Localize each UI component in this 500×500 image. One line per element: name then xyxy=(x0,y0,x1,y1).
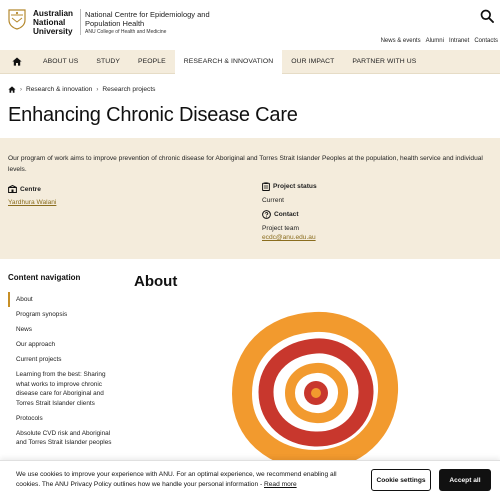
chevron-right-icon: › xyxy=(20,86,22,93)
contact-email-link[interactable]: ecdc@anu.edu.au xyxy=(262,234,316,241)
cookie-read-more-link[interactable]: Read more xyxy=(264,481,297,488)
nav-home-button[interactable] xyxy=(0,50,34,74)
anu-wordmark: Australian National University xyxy=(33,9,74,37)
centre-label: Centre xyxy=(8,185,56,193)
breadcrumb: › Research & innovation › Research proje… xyxy=(8,86,155,93)
content-nav-about[interactable]: About xyxy=(8,292,118,307)
utility-link-alumni[interactable]: Alumni xyxy=(426,38,444,44)
nav-research-innovation[interactable]: RESEARCH & INNOVATION xyxy=(174,49,283,74)
content-nav-current-projects[interactable]: Current projects xyxy=(8,352,118,367)
nav-partner-with-us[interactable]: PARTNER WITH US xyxy=(343,50,425,74)
anu-crest-icon xyxy=(8,9,26,30)
cookie-message: We use cookies to improve your experienc… xyxy=(16,471,337,488)
utility-link-intranet[interactable]: Intranet xyxy=(449,38,469,44)
breadcrumb-research-innovation[interactable]: Research & innovation xyxy=(26,86,92,93)
chevron-right-icon: › xyxy=(96,86,99,93)
content-nav-absolute-cvd-risk[interactable]: Absolute CVD risk and Aboriginal and Tor… xyxy=(8,426,118,451)
main-nav: ABOUT US STUDY PEOPLE RESEARCH & INNOVAT… xyxy=(0,49,500,74)
centre-link[interactable]: Yardhura Walani xyxy=(8,199,56,206)
utility-links: News & events Alumni Intranet Contacts xyxy=(381,38,498,44)
home-icon[interactable] xyxy=(8,86,16,93)
clipboard-icon xyxy=(262,182,270,191)
accept-all-button[interactable]: Accept all xyxy=(439,469,491,491)
college-name: ANU College of Health and Medicine xyxy=(85,29,167,35)
content-nav-title: Content navigation xyxy=(8,273,81,282)
nav-people[interactable]: PEOPLE xyxy=(129,50,175,74)
project-info-panel: Our program of work aims to improve prev… xyxy=(0,138,500,259)
centre-name[interactable]: National Centre for Epidemiology and Pop… xyxy=(85,10,210,36)
search-icon[interactable] xyxy=(480,9,494,23)
content-nav: About Program synopsis News Our approach… xyxy=(8,292,118,450)
status-value: Current xyxy=(262,197,284,204)
project-intro: Our program of work aims to improve prev… xyxy=(8,155,483,173)
contact-block: Contact Project team ecdc@anu.edu.au xyxy=(262,210,316,241)
utility-link-news-events[interactable]: News & events xyxy=(381,38,421,44)
nav-study[interactable]: STUDY xyxy=(87,50,129,74)
content-nav-our-approach[interactable]: Our approach xyxy=(8,337,118,352)
building-icon xyxy=(8,185,17,193)
utility-link-contacts[interactable]: Contacts xyxy=(474,38,498,44)
nav-about-us[interactable]: ABOUT US xyxy=(34,50,87,74)
status-block: Project status Current xyxy=(262,182,317,204)
about-heading: About xyxy=(134,273,178,290)
status-label: Project status xyxy=(262,182,317,191)
contact-label: Contact xyxy=(262,210,316,219)
dot-art-image xyxy=(232,311,399,470)
header-divider xyxy=(80,9,81,35)
site-header: Australian National University National … xyxy=(0,0,500,50)
breadcrumb-research-projects[interactable]: Research projects xyxy=(102,86,155,93)
contact-name: Project team xyxy=(262,225,300,232)
nav-our-impact[interactable]: OUR IMPACT xyxy=(282,50,343,74)
cookie-settings-button[interactable]: Cookie settings xyxy=(371,469,431,491)
content-nav-protocols[interactable]: Protocols xyxy=(8,411,118,426)
help-circle-icon xyxy=(262,210,271,219)
content-nav-news[interactable]: News xyxy=(8,322,118,337)
home-icon xyxy=(12,57,22,66)
anu-logo[interactable]: Australian National University xyxy=(8,9,73,37)
content-nav-learning-from-the-best[interactable]: Learning from the best: Sharing what wor… xyxy=(8,367,118,411)
centre-block: Centre Yardhura Walani xyxy=(8,185,56,206)
page-title: Enhancing Chronic Disease Care xyxy=(8,104,298,126)
content-nav-program-synopsis[interactable]: Program synopsis xyxy=(8,307,118,322)
cookie-banner: We use cookies to improve your experienc… xyxy=(0,460,500,500)
artwork-center xyxy=(304,381,328,405)
